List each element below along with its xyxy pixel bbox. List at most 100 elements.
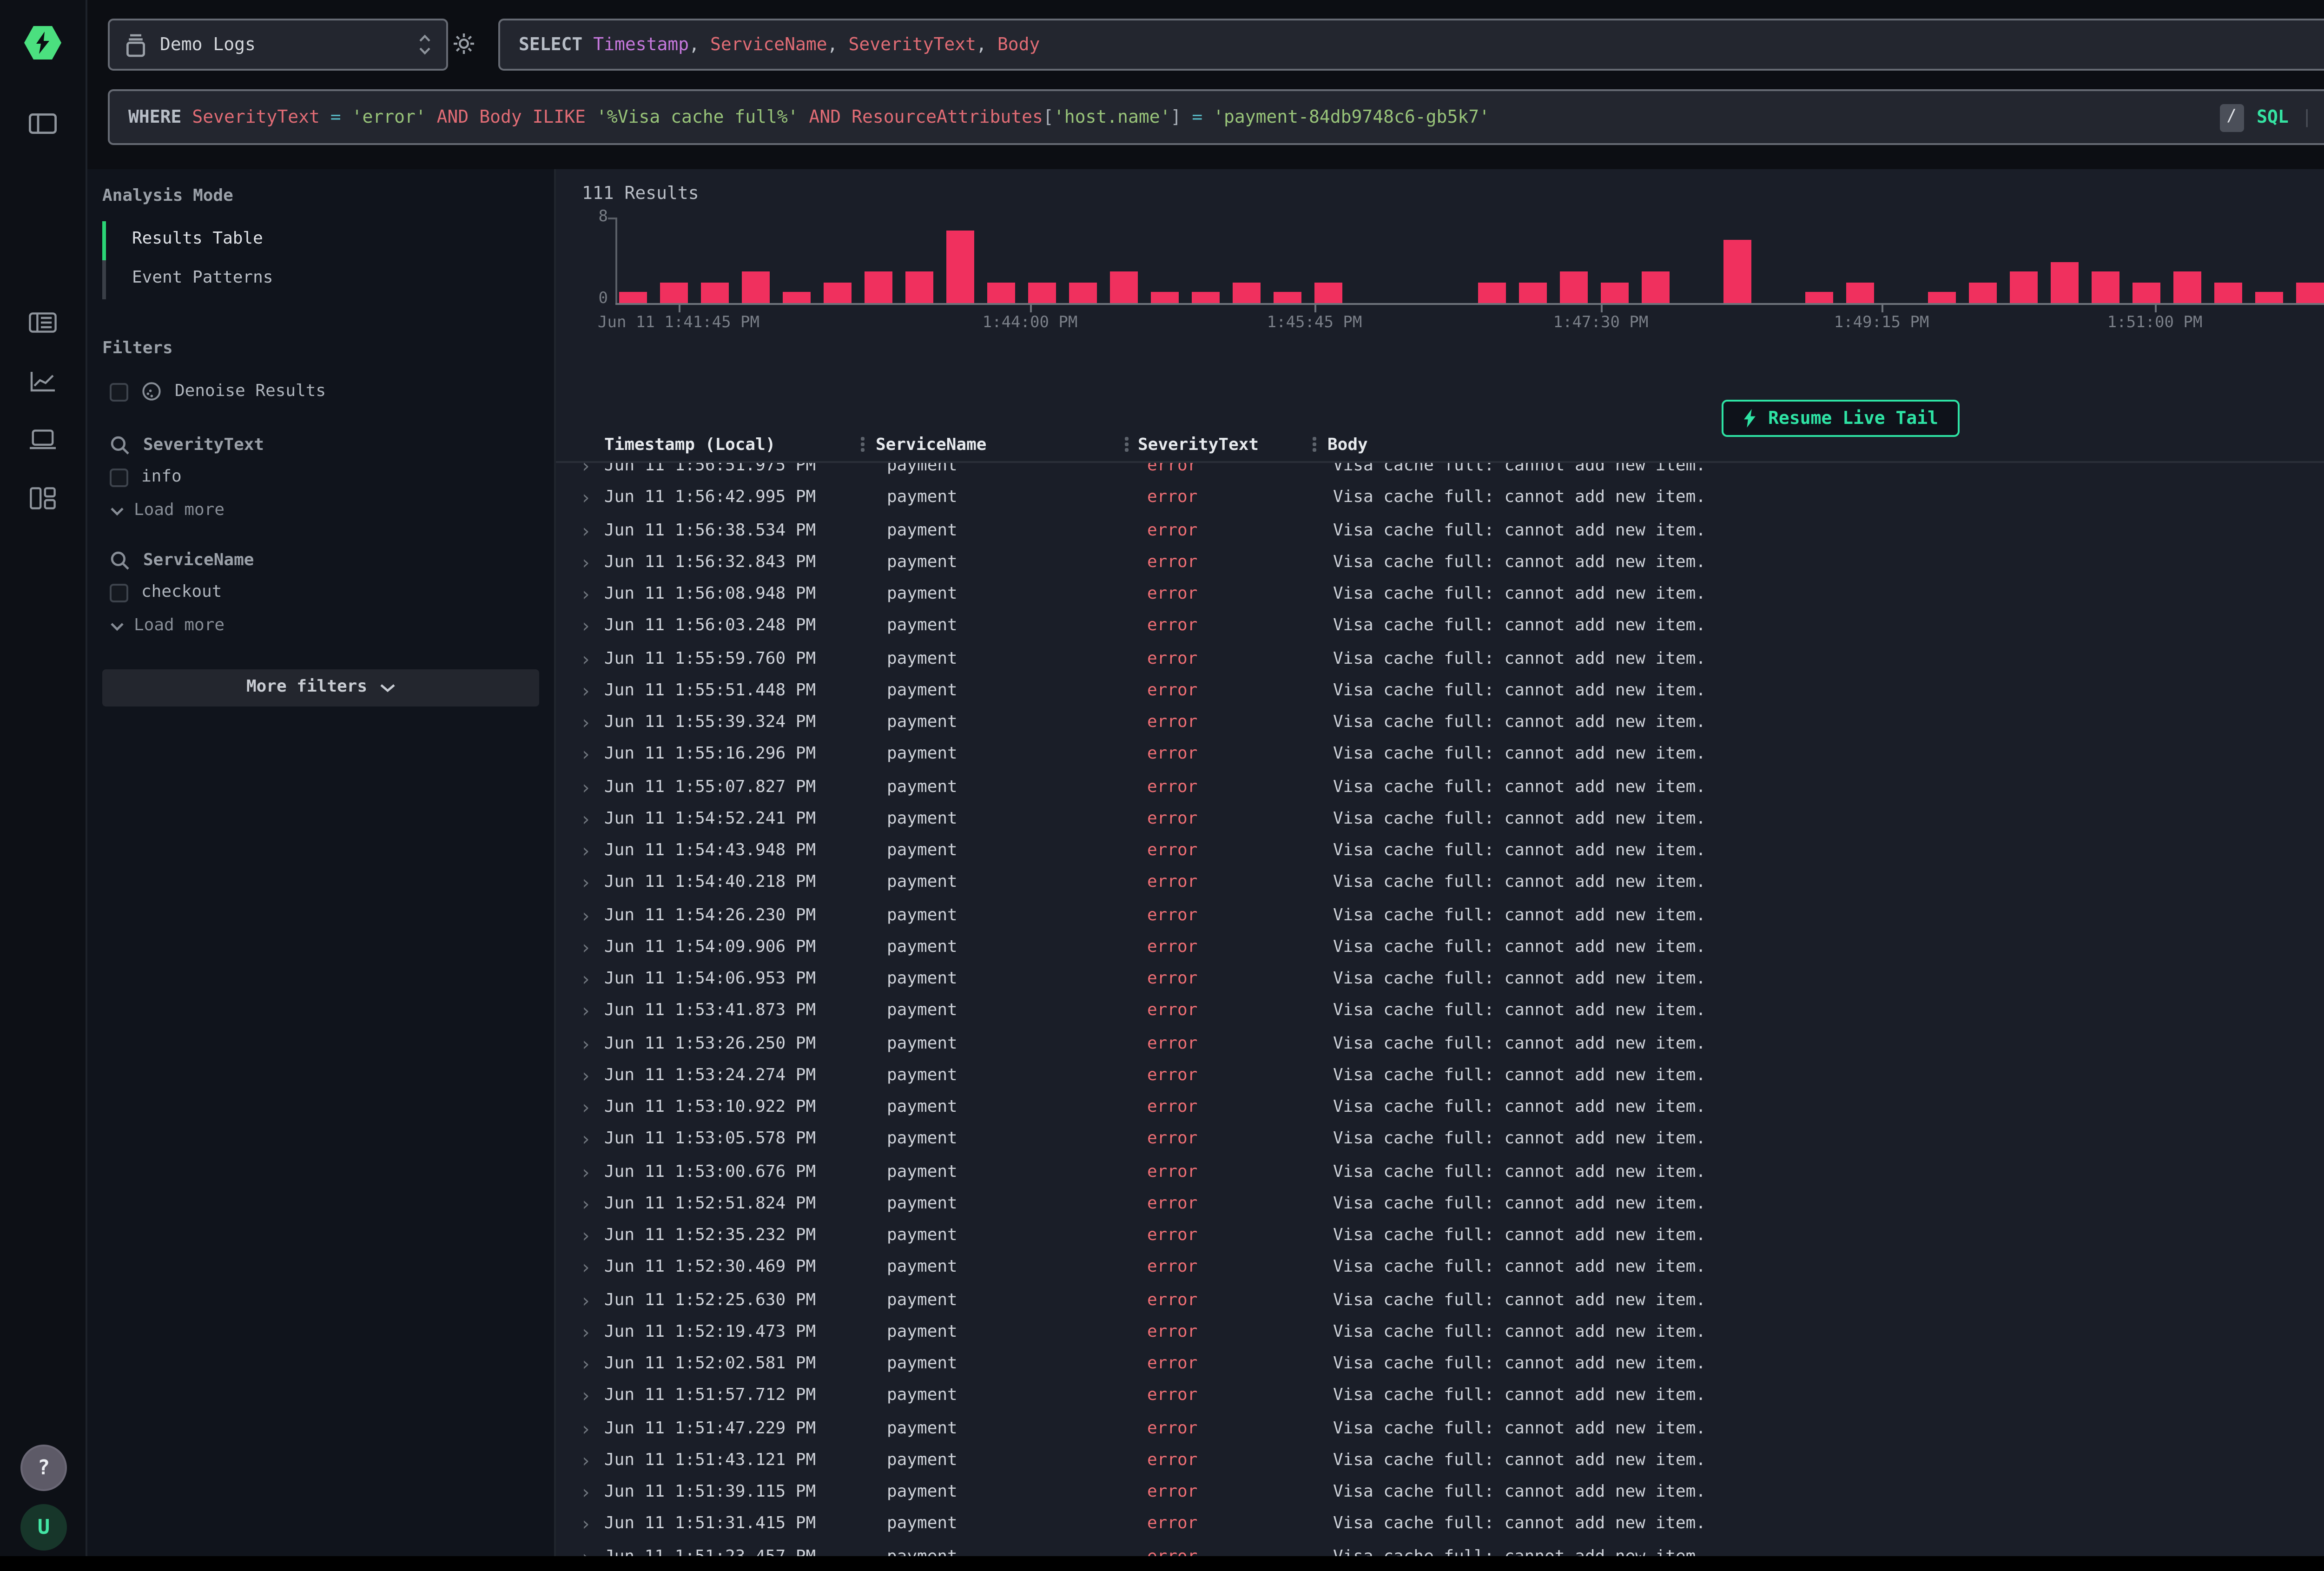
lang-sql-option[interactable]: SQL — [2257, 107, 2289, 127]
log-source-label: Demo Logs — [160, 34, 256, 55]
log-row[interactable]: ›Jun 11 1:54:43.948 PMpaymenterrorVisa c… — [556, 837, 2324, 869]
log-row[interactable]: ›Jun 11 1:52:30.469 PMpaymenterrorVisa c… — [556, 1254, 2324, 1286]
log-row[interactable]: ›Jun 11 1:51:57.712 PMpaymenterrorVisa c… — [556, 1382, 2324, 1414]
row-servicename: payment — [887, 740, 957, 772]
log-row[interactable]: ›Jun 11 1:52:25.630 PMpaymenterrorVisa c… — [556, 1286, 2324, 1318]
column-drag-handle-icon[interactable] — [861, 437, 864, 451]
log-row[interactable]: ›Jun 11 1:52:02.581 PMpaymenterrorVisa c… — [556, 1350, 2324, 1382]
row-body: Visa cache full: cannot add new item. — [1333, 484, 1706, 516]
mode-event-patterns[interactable]: Event Patterns — [102, 260, 539, 299]
row-timestamp: Jun 11 1:52:02.581 PM — [604, 1350, 816, 1382]
log-row[interactable]: ›Jun 11 1:51:47.229 PMpaymenterrorVisa c… — [556, 1414, 2324, 1446]
source-settings-gear-icon[interactable] — [452, 32, 476, 56]
row-timestamp: Jun 11 1:52:25.630 PM — [604, 1286, 816, 1318]
row-expand-icon: › — [580, 1318, 591, 1350]
log-row[interactable]: ›Jun 11 1:53:24.274 PMpaymenterrorVisa c… — [556, 1061, 2324, 1093]
row-body: Visa cache full: cannot add new item. — [1333, 965, 1706, 997]
log-row[interactable]: ›Jun 11 1:53:41.873 PMpaymenterrorVisa c… — [556, 997, 2324, 1029]
log-row[interactable]: ›Jun 11 1:55:51.448 PMpaymenterrorVisa c… — [556, 676, 2324, 708]
app-logo-icon[interactable] — [24, 26, 61, 59]
log-row[interactable]: ›Jun 11 1:53:10.922 PMpaymenterrorVisa c… — [556, 1093, 2324, 1125]
col-timestamp[interactable]: Timestamp (Local) — [604, 437, 776, 455]
log-row[interactable]: ›Jun 11 1:51:43.121 PMpaymenterrorVisa c… — [556, 1446, 2324, 1478]
row-timestamp: Jun 11 1:51:43.121 PM — [604, 1446, 816, 1478]
log-row[interactable]: ›Jun 11 1:56:42.995 PMpaymenterrorVisa c… — [556, 484, 2324, 516]
log-row[interactable]: ›Jun 11 1:56:03.248 PMpaymenterrorVisa c… — [556, 612, 2324, 644]
chart-bar — [2255, 293, 2283, 303]
log-row[interactable]: ›Jun 11 1:52:19.473 PMpaymenterrorVisa c… — [556, 1318, 2324, 1350]
query-language-toggle[interactable]: / SQL | Lucene — [2219, 103, 2324, 131]
log-row[interactable]: ›Jun 11 1:55:07.827 PMpaymenterrorVisa c… — [556, 772, 2324, 805]
log-source-select[interactable]: Demo Logs — [108, 19, 448, 71]
row-body: Visa cache full: cannot add new item. — [1333, 1510, 1706, 1542]
log-row[interactable]: ›Jun 11 1:51:39.115 PMpaymenterrorVisa c… — [556, 1478, 2324, 1510]
log-row[interactable]: ›Jun 11 1:55:59.760 PMpaymenterrorVisa c… — [556, 644, 2324, 676]
col-severitytext[interactable]: SeverityText — [1138, 437, 1259, 455]
load-more-severitytext[interactable]: Load more — [110, 502, 539, 521]
mode-results-table[interactable]: Results Table — [102, 221, 539, 260]
col-body[interactable]: Body — [1327, 437, 1368, 455]
help-button[interactable]: ? — [20, 1445, 67, 1491]
log-row[interactable]: ›Jun 11 1:53:05.578 PMpaymenterrorVisa c… — [556, 1125, 2324, 1157]
log-row[interactable]: ›Jun 11 1:53:00.676 PMpaymenterrorVisa c… — [556, 1157, 2324, 1189]
log-row[interactable]: ›Jun 11 1:54:26.230 PMpaymenterrorVisa c… — [556, 901, 2324, 933]
nav-logs-icon[interactable] — [29, 312, 57, 333]
chart-bar — [987, 282, 1015, 303]
log-row[interactable]: ›Jun 11 1:54:09.906 PMpaymenterrorVisa c… — [556, 933, 2324, 965]
row-body: Visa cache full: cannot add new item. — [1333, 772, 1706, 805]
log-row[interactable]: ›Jun 11 1:54:52.241 PMpaymenterrorVisa c… — [556, 805, 2324, 837]
log-row[interactable]: ›Jun 11 1:55:39.324 PMpaymenterrorVisa c… — [556, 708, 2324, 740]
row-severity: error — [1147, 548, 1197, 580]
log-row[interactable]: ›Jun 11 1:52:51.824 PMpaymenterrorVisa c… — [556, 1189, 2324, 1221]
row-body: Visa cache full: cannot add new item. — [1333, 1093, 1706, 1125]
x-axis-label: 1:45:45 PM — [1267, 314, 1362, 333]
nav-dashboards-icon[interactable] — [30, 487, 56, 509]
row-timestamp: Jun 11 1:56:08.948 PM — [604, 580, 816, 612]
filter-info-checkbox[interactable] — [110, 469, 128, 487]
row-timestamp: Jun 11 1:51:47.229 PM — [604, 1414, 816, 1446]
select-query-input[interactable]: SELECT Timestamp, ServiceName, SeverityT… — [498, 19, 2324, 71]
row-servicename: payment — [887, 1350, 957, 1382]
log-row[interactable]: ›Jun 11 1:51:23.457 PMpaymenterrorVisa c… — [556, 1542, 2324, 1556]
log-row[interactable]: ›Jun 11 1:56:51.975 PMpaymenterrorVisa c… — [556, 463, 2324, 484]
y-axis-min-label: 0 — [582, 290, 608, 309]
user-avatar[interactable]: U — [20, 1504, 67, 1551]
chart-bar — [783, 293, 811, 303]
row-timestamp: Jun 11 1:53:26.250 PM — [604, 1029, 816, 1061]
nav-chart-icon[interactable] — [30, 370, 56, 392]
where-query-input[interactable]: WHERE SeverityText = 'error' AND Body IL… — [108, 89, 2324, 145]
log-row[interactable]: ›Jun 11 1:56:08.948 PMpaymenterrorVisa c… — [556, 580, 2324, 612]
row-servicename: payment — [887, 1478, 957, 1510]
log-row[interactable]: ›Jun 11 1:54:40.218 PMpaymenterrorVisa c… — [556, 869, 2324, 901]
column-drag-handle-icon[interactable] — [1125, 437, 1128, 451]
col-servicename[interactable]: ServiceName — [876, 437, 986, 455]
row-servicename: payment — [887, 1542, 957, 1556]
search-icon[interactable] — [110, 435, 130, 455]
log-row[interactable]: ›Jun 11 1:55:16.296 PMpaymenterrorVisa c… — [556, 740, 2324, 772]
more-filters-button[interactable]: More filters — [102, 669, 539, 706]
chart-bar — [1274, 293, 1301, 303]
bottom-strip — [0, 1556, 2324, 1571]
search-icon[interactable] — [110, 550, 130, 571]
row-timestamp: Jun 11 1:53:05.578 PM — [604, 1125, 816, 1157]
log-row[interactable]: ›Jun 11 1:51:31.415 PMpaymenterrorVisa c… — [556, 1510, 2324, 1542]
row-body: Visa cache full: cannot add new item. — [1333, 901, 1706, 933]
filter-checkout-checkbox[interactable] — [110, 584, 128, 602]
sidebar-toggle-icon[interactable] — [29, 113, 57, 134]
denoise-checkbox[interactable] — [110, 382, 128, 401]
log-row[interactable]: ›Jun 11 1:53:26.250 PMpaymenterrorVisa c… — [556, 1029, 2324, 1061]
chart-bar — [1928, 293, 1956, 303]
column-drag-handle-icon[interactable] — [1313, 437, 1315, 451]
results-count: 111 Results — [582, 184, 699, 205]
nav-sessions-icon[interactable] — [29, 429, 57, 450]
log-table-body: ›Jun 11 1:56:51.975 PMpaymenterrorVisa c… — [556, 463, 2324, 1556]
log-row[interactable]: ›Jun 11 1:56:38.534 PMpaymenterrorVisa c… — [556, 516, 2324, 548]
chart-bar — [2010, 272, 2038, 303]
load-more-servicename[interactable]: Load more — [110, 617, 539, 636]
log-row[interactable]: ›Jun 11 1:54:06.953 PMpaymenterrorVisa c… — [556, 965, 2324, 997]
filter-checkout-label: checkout — [141, 584, 222, 602]
resume-live-tail-button[interactable]: Resume Live Tail — [1722, 400, 1959, 437]
log-row[interactable]: ›Jun 11 1:52:35.232 PMpaymenterrorVisa c… — [556, 1221, 2324, 1254]
chart-bar — [619, 293, 647, 303]
log-row[interactable]: ›Jun 11 1:56:32.843 PMpaymenterrorVisa c… — [556, 548, 2324, 580]
